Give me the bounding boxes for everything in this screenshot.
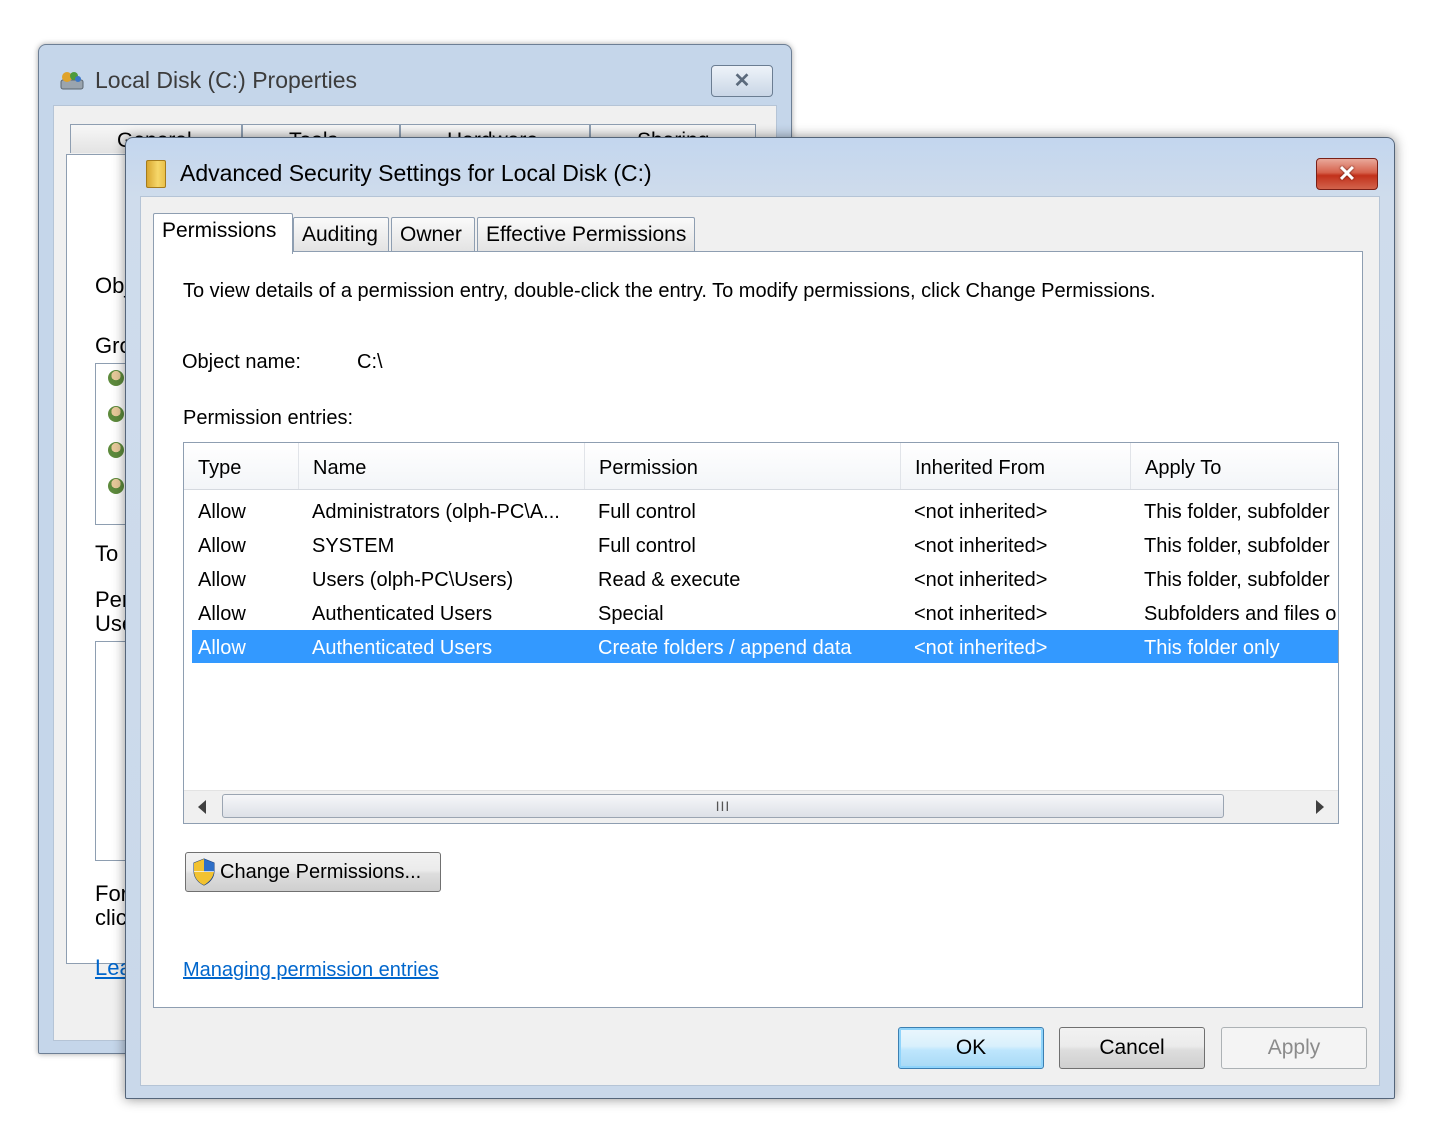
scroll-right-arrow-icon[interactable] [1316, 800, 1324, 814]
cell-type: Allow [198, 535, 246, 557]
advanced-security-settings-dialog: Advanced Security Settings for Local Dis… [125, 137, 1395, 1099]
cell-name: Authenticated Users [312, 637, 493, 659]
tab-owner[interactable]: Owner [391, 217, 475, 251]
cell-inherited-from: <not inherited> [914, 637, 1048, 659]
cell-apply-to: Subfolders and files o [1144, 603, 1337, 625]
table-row[interactable]: Allow Authenticated Users Special <not i… [192, 596, 1338, 629]
column-header-inherited-from[interactable]: Inherited From [901, 443, 1131, 489]
cell-apply-to: This folder, subfolder [1144, 535, 1330, 557]
close-icon: ✕ [733, 70, 751, 92]
cell-apply-to: This folder only [1144, 637, 1280, 659]
close-icon: ✕ [1337, 161, 1357, 186]
cell-name: Administrators (olph-PC\A... [312, 501, 560, 523]
cell-name: Users (olph-PC\Users) [312, 569, 514, 591]
cell-permission: Full control [598, 501, 696, 523]
cell-permission: Special [598, 603, 664, 625]
tab-auditing[interactable]: Auditing [293, 217, 389, 251]
cell-inherited-from: <not inherited> [914, 535, 1048, 557]
column-header-apply-to[interactable]: Apply To [1131, 443, 1338, 489]
close-button[interactable]: ✕ [1316, 158, 1378, 190]
dialog-titlebar: Advanced Security Settings for Local Dis… [144, 158, 652, 188]
column-header-permission[interactable]: Permission [585, 443, 901, 489]
background-fragment-for: For [95, 881, 128, 906]
cell-permission: Read & execute [598, 569, 741, 591]
permission-entries-list[interactable]: Type Name Permission Inherited From Appl… [183, 442, 1339, 824]
permission-entries-label: Permission entries: [183, 407, 354, 429]
cell-apply-to: This folder, subfolder [1144, 569, 1330, 591]
cell-inherited-from: <not inherited> [914, 569, 1048, 591]
table-row[interactable]: Allow SYSTEM Full control <not inherited… [192, 528, 1338, 561]
background-window-titlebar: Local Disk (C:) Properties [59, 67, 357, 94]
change-permissions-label: Change Permissions... [220, 860, 422, 883]
managing-permission-entries-link[interactable]: Managing permission entries [183, 959, 439, 982]
table-row[interactable]: Allow Users (olph-PC\Users) Read & execu… [192, 562, 1338, 595]
table-row-selected[interactable]: Allow Authenticated Users Create folders… [192, 630, 1338, 663]
tab-permissions[interactable]: Permissions [153, 213, 293, 254]
cell-type: Allow [198, 603, 246, 625]
dialog-title: Advanced Security Settings for Local Dis… [180, 159, 652, 186]
user-icon [108, 442, 124, 458]
horizontal-scrollbar[interactable]: III [184, 790, 1338, 823]
ok-button[interactable]: OK [898, 1027, 1044, 1069]
cell-permission: Create folders / append data [598, 637, 852, 659]
cell-apply-to: This folder, subfolder [1144, 501, 1330, 523]
background-fragment-click: clic [95, 905, 127, 930]
background-close-button[interactable]: ✕ [711, 65, 773, 97]
cell-permission: Full control [598, 535, 696, 557]
cell-name: Authenticated Users [312, 603, 493, 625]
folder-icon [144, 158, 168, 188]
tab-effective-permissions[interactable]: Effective Permissions [477, 217, 695, 251]
user-icon [108, 406, 124, 422]
user-icon [108, 478, 124, 494]
grip-icon: III [715, 798, 731, 814]
change-permissions-button[interactable]: Change Permissions... [185, 852, 441, 892]
background-window-title: Local Disk (C:) Properties [95, 67, 358, 93]
cell-type: Allow [198, 637, 246, 659]
scrollbar-thumb[interactable]: III [222, 794, 1224, 818]
scroll-left-arrow-icon[interactable] [198, 800, 206, 814]
cell-type: Allow [198, 501, 246, 523]
permissions-panel: To view details of a permission entry, d… [153, 251, 1363, 1008]
cell-inherited-from: <not inherited> [914, 501, 1048, 523]
cell-type: Allow [198, 569, 246, 591]
object-name-value: C:\ [357, 351, 383, 373]
table-row[interactable]: Allow Administrators (olph-PC\A... Full … [192, 494, 1338, 527]
list-header: Type Name Permission Inherited From Appl… [184, 443, 1338, 490]
cancel-button[interactable]: Cancel [1059, 1027, 1205, 1069]
drive-icon [60, 71, 84, 89]
dialog-client-area: Permissions Auditing Owner Effective Per… [140, 196, 1380, 1086]
instructions-text: To view details of a permission entry, d… [183, 280, 1156, 302]
background-fragment-to: To [95, 541, 119, 566]
apply-button[interactable]: Apply [1221, 1027, 1367, 1069]
column-header-name[interactable]: Name [299, 443, 585, 489]
cell-name: SYSTEM [312, 535, 395, 557]
user-icon [108, 370, 124, 386]
object-name-label: Object name: [182, 351, 301, 373]
cell-inherited-from: <not inherited> [914, 603, 1048, 625]
column-header-type[interactable]: Type [184, 443, 299, 489]
uac-shield-icon [193, 858, 215, 886]
